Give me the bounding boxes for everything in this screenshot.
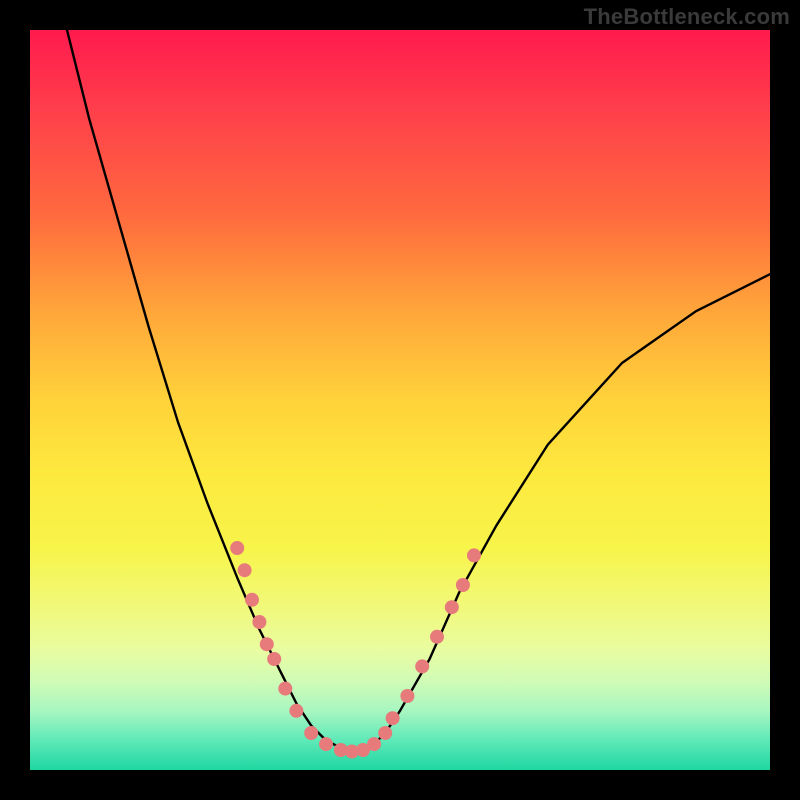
marker-dot (238, 563, 252, 577)
watermark-label: TheBottleneck.com (584, 4, 790, 30)
marker-dot (430, 630, 444, 644)
marker-dot (319, 737, 333, 751)
marker-dot (445, 600, 459, 614)
marker-group (230, 541, 481, 759)
curve-overlay (30, 30, 770, 770)
plot-area (30, 30, 770, 770)
marker-dot (304, 726, 318, 740)
marker-dot (415, 659, 429, 673)
marker-dot (289, 704, 303, 718)
marker-dot (400, 689, 414, 703)
marker-dot (378, 726, 392, 740)
marker-dot (386, 711, 400, 725)
marker-dot (245, 593, 259, 607)
marker-dot (252, 615, 266, 629)
marker-dot (456, 578, 470, 592)
marker-dot (267, 652, 281, 666)
marker-dot (467, 548, 481, 562)
marker-dot (230, 541, 244, 555)
marker-dot (278, 682, 292, 696)
marker-dot (367, 737, 381, 751)
curve-path (67, 30, 770, 752)
outer-frame: TheBottleneck.com (0, 0, 800, 800)
marker-dot (260, 637, 274, 651)
